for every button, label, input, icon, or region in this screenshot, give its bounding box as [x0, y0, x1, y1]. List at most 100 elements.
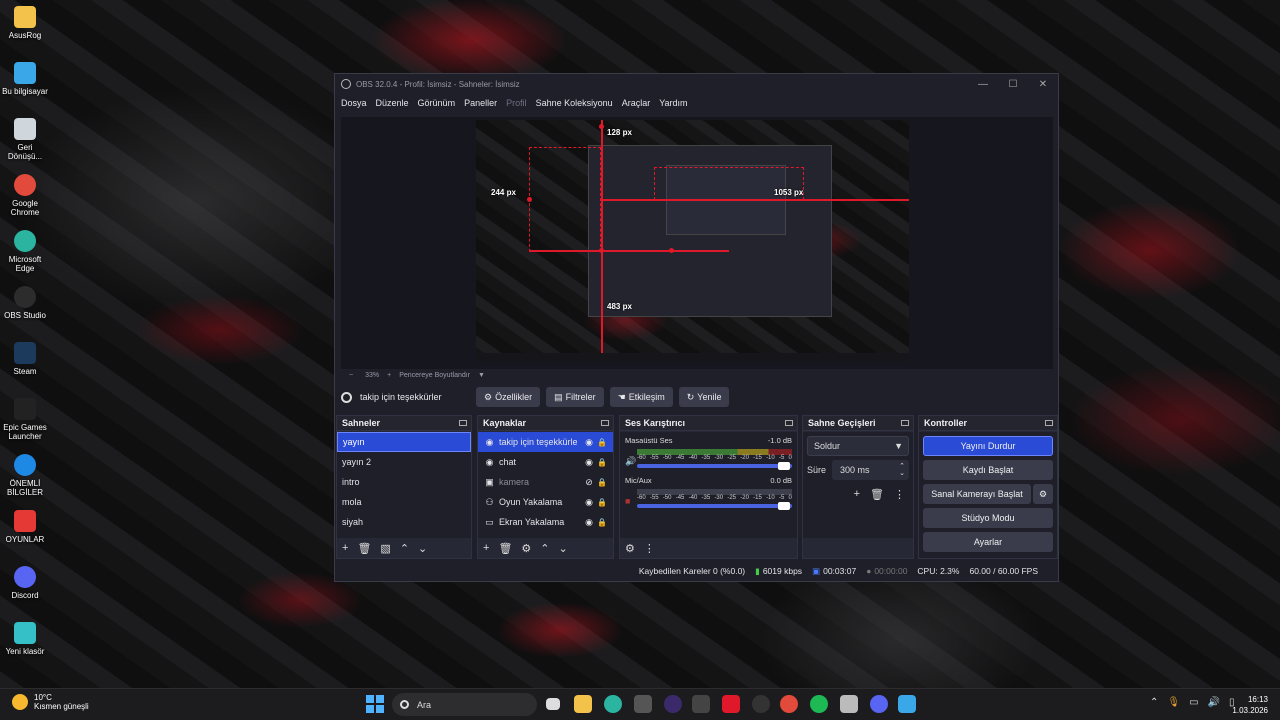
- menu-item-3[interactable]: Paneller: [464, 98, 497, 108]
- desktop-icon[interactable]: Geri Dönüşü...: [2, 118, 48, 161]
- trash-icon[interactable]: 🗑: [870, 488, 884, 501]
- zoom-out-button[interactable]: −: [349, 372, 353, 379]
- stop-stream-button[interactable]: Yayını Durdur: [923, 436, 1053, 456]
- desktop-icon[interactable]: OYUNLAR: [2, 510, 48, 544]
- settings-button[interactable]: Ayarlar: [923, 532, 1053, 552]
- stepper-arrows-icon[interactable]: ⌃ ⌄: [899, 463, 905, 477]
- virtual-camera-settings-button[interactable]: ⚙: [1033, 484, 1053, 504]
- discord-icon[interactable]: [870, 695, 888, 713]
- filter-icon[interactable]: ▧: [380, 542, 390, 555]
- duration-stepper[interactable]: 300 ms ⌃ ⌄: [832, 460, 909, 480]
- network-icon[interactable]: ▭: [1189, 697, 1198, 708]
- fit-window-label[interactable]: Pencereye Boyutlandır: [399, 372, 470, 379]
- desktop-icon[interactable]: Microsoft Edge: [2, 230, 48, 273]
- source-item[interactable]: ▣ kamera ⊘ 🔒: [478, 472, 613, 492]
- desktop-icon[interactable]: Google Chrome: [2, 174, 48, 217]
- close-button[interactable]: ✕: [1028, 79, 1058, 90]
- menu-item-5[interactable]: Sahne Koleksiyonu: [536, 98, 613, 108]
- preview-canvas[interactable]: 128 px 244 px 1053 px 483 px: [341, 117, 1053, 369]
- zoom-in-button[interactable]: +: [387, 372, 391, 379]
- interact-button[interactable]: ☚ Etkileşim: [609, 387, 673, 407]
- maximize-button[interactable]: ☐: [998, 79, 1028, 90]
- undock-icon[interactable]: [601, 420, 609, 426]
- task-view-icon[interactable]: [546, 698, 560, 710]
- lock-icon[interactable]: 🔒: [595, 498, 609, 507]
- menu-item-4[interactable]: Profil: [506, 98, 527, 108]
- eye-icon[interactable]: ◉: [583, 457, 595, 468]
- down-arrow-icon[interactable]: ⌄: [418, 542, 427, 555]
- chrome-icon[interactable]: [780, 695, 798, 713]
- filters-button[interactable]: ▤ Filtreler: [546, 387, 604, 407]
- handle-dot[interactable]: [669, 248, 674, 253]
- desktop-icon[interactable]: Steam: [2, 342, 48, 376]
- start-recording-button[interactable]: Kaydı Başlat: [923, 460, 1053, 480]
- scene-item[interactable]: yayın 2: [337, 452, 471, 472]
- lock-icon[interactable]: 🔒: [595, 458, 609, 467]
- store-icon[interactable]: [634, 695, 652, 713]
- steam-icon[interactable]: [840, 695, 858, 713]
- handle-dot[interactable]: [599, 124, 604, 129]
- properties-button[interactable]: ⚙ Özellikler: [476, 387, 541, 407]
- chevron-up-icon[interactable]: ⌃: [1150, 697, 1158, 708]
- file-explorer-icon[interactable]: [574, 695, 592, 713]
- studio-mode-button[interactable]: Stüdyo Modu: [923, 508, 1053, 528]
- chevron-down-icon[interactable]: ▼: [478, 372, 485, 379]
- start-virtual-camera-button[interactable]: Sanal Kamerayı Başlat: [923, 484, 1031, 504]
- search-box[interactable]: Ara: [392, 693, 537, 716]
- minimize-button[interactable]: —: [968, 79, 998, 90]
- source-item[interactable]: ⚇ Oyun Yakalama ◉ 🔒: [478, 492, 613, 512]
- menu-item-7[interactable]: Yardım: [659, 98, 687, 108]
- app-icon[interactable]: [692, 695, 710, 713]
- obs-window[interactable]: OBS 32.0.4 - Profil: İsimsiz - Sahneler:…: [334, 73, 1059, 582]
- eye-icon[interactable]: ◉: [583, 437, 595, 448]
- add-icon[interactable]: +: [854, 488, 860, 501]
- start-button[interactable]: [366, 695, 384, 713]
- up-arrow-icon[interactable]: ⌃: [400, 542, 409, 555]
- muted-speaker-icon[interactable]: ■: [625, 496, 630, 506]
- undock-icon[interactable]: [1045, 420, 1053, 426]
- slider-knob[interactable]: [778, 502, 790, 510]
- volume-icon[interactable]: 🔊: [1208, 697, 1220, 708]
- menu-item-0[interactable]: Dosya: [341, 98, 367, 108]
- preview-scene[interactable]: 128 px 244 px 1053 px 483 px: [476, 120, 909, 362]
- lock-icon[interactable]: 🔒: [595, 478, 609, 487]
- weather-widget[interactable]: 10°C Kısmen güneşli: [12, 693, 89, 711]
- eye-icon[interactable]: ◉: [583, 517, 595, 528]
- source-item[interactable]: ◉ chat ◉ 🔒: [478, 452, 613, 472]
- obs-taskbar-icon[interactable]: [664, 695, 682, 713]
- scene-item[interactable]: mola: [337, 492, 471, 512]
- undock-icon[interactable]: [459, 420, 467, 426]
- undock-icon[interactable]: [901, 420, 909, 426]
- handle-dot[interactable]: [599, 248, 604, 253]
- eye-hidden-icon[interactable]: ⊘: [583, 477, 595, 488]
- scene-item[interactable]: yayın: [337, 432, 471, 452]
- source-item[interactable]: ◉ takip için teşekkürler ◉ 🔒: [478, 432, 613, 452]
- handle-dot[interactable]: [527, 197, 532, 202]
- desktop-icon[interactable]: Yeni klasör: [2, 622, 48, 656]
- scene-item[interactable]: siyah: [337, 512, 471, 532]
- add-icon[interactable]: +: [483, 542, 489, 554]
- eye-icon[interactable]: ◉: [583, 497, 595, 508]
- down-arrow-icon[interactable]: ⌄: [559, 542, 568, 555]
- desktop-icon[interactable]: AsusRog: [2, 6, 48, 40]
- link-gear-icon[interactable]: ⚙: [625, 542, 635, 555]
- desktop-icon[interactable]: Bu bilgisayar: [2, 62, 48, 96]
- slider-knob[interactable]: [778, 462, 790, 470]
- undock-icon[interactable]: [785, 420, 793, 426]
- more-icon[interactable]: ⋮: [894, 488, 905, 501]
- up-arrow-icon[interactable]: ⌃: [540, 542, 549, 555]
- desktop-icon[interactable]: Discord: [2, 566, 48, 600]
- speaker-icon[interactable]: 🔊: [625, 456, 636, 467]
- app-icon[interactable]: [752, 695, 770, 713]
- menu-item-6[interactable]: Araçlar: [622, 98, 651, 108]
- scene-item[interactable]: intro: [337, 472, 471, 492]
- add-icon[interactable]: +: [342, 542, 348, 554]
- source-item[interactable]: ▭ Ekran Yakalama ◉ 🔒: [478, 512, 613, 532]
- desktop-icon[interactable]: ÖNEMLİ BİLGİLER: [2, 454, 48, 497]
- spotify-icon[interactable]: [810, 695, 828, 713]
- lock-icon[interactable]: 🔒: [595, 438, 609, 447]
- volume-slider[interactable]: [637, 462, 792, 470]
- more-icon[interactable]: ⋮: [644, 542, 655, 555]
- menu-item-2[interactable]: Görünüm: [418, 98, 456, 108]
- microphone-icon[interactable]: 🎙: [1167, 697, 1180, 708]
